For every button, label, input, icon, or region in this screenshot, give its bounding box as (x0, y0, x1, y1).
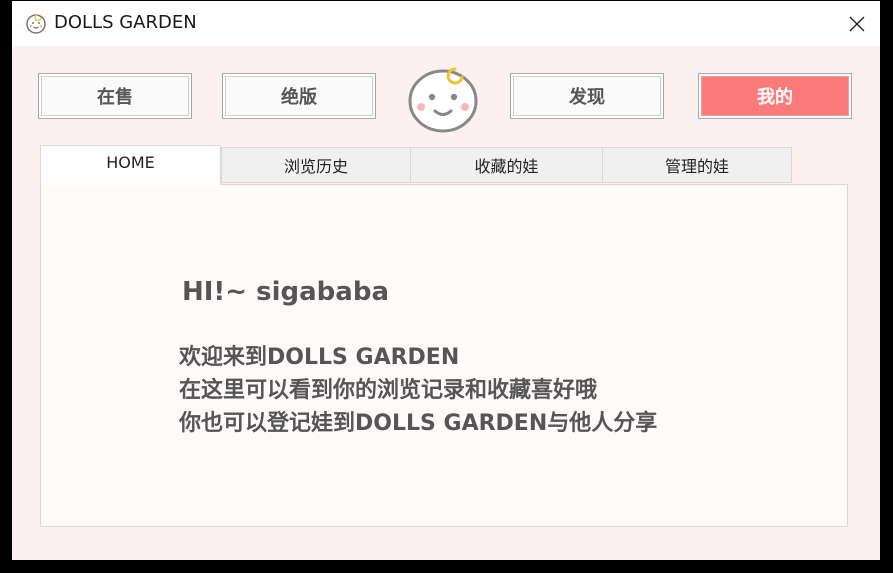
greeting-text: HI!~ sigababa (182, 277, 389, 307)
window-title: DOLLS GARDEN (54, 12, 197, 33)
tab-favorite-dolls[interactable]: 收藏的娃 (410, 147, 603, 183)
tab-managed-dolls[interactable]: 管理的娃 (602, 147, 792, 183)
welcome-line-1: 欢迎来到DOLLS GARDEN (179, 345, 460, 370)
nav-discontinued-button[interactable]: 绝版 (222, 73, 376, 119)
baby-face-icon (26, 13, 46, 34)
nav-discover-button[interactable]: 发现 (510, 73, 664, 119)
tab-browse-history[interactable]: 浏览历史 (221, 147, 411, 183)
nav-mine-button[interactable]: 我的 (698, 73, 852, 119)
tab-home[interactable]: HOME (40, 145, 221, 185)
welcome-line-2: 在这里可以看到你的浏览记录和收藏喜好哦 (179, 378, 598, 403)
nav-onsale-button[interactable]: 在售 (38, 73, 192, 119)
home-panel: HI!~ sigababa 欢迎来到DOLLS GARDEN 在这里可以看到你的… (40, 184, 848, 527)
welcome-line-3: 你也可以登记娃到DOLLS GARDEN与他人分享 (179, 411, 658, 436)
close-icon (849, 16, 865, 31)
title-bar: DOLLS GARDEN (12, 1, 880, 46)
close-button[interactable] (834, 1, 880, 46)
baby-face-icon (408, 67, 478, 133)
app-window: DOLLS GARDEN 在售 绝版 发现 我的 HOME 浏览历史 收藏的娃 … (12, 1, 880, 560)
